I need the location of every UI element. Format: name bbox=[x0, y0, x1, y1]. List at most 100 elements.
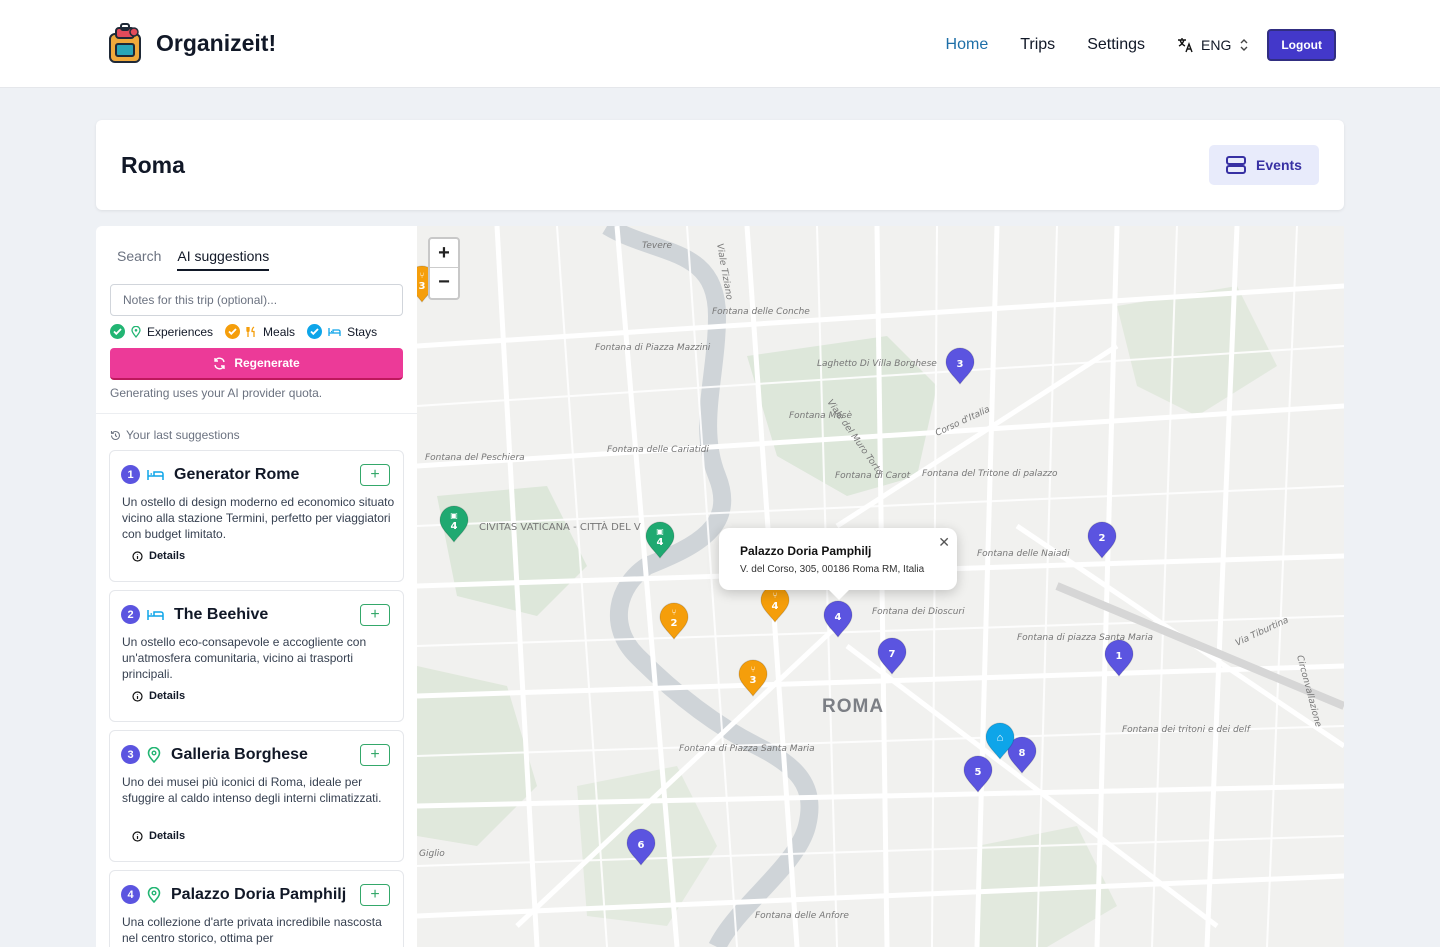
trip-notes-input[interactable] bbox=[110, 284, 403, 316]
map-label: Fontana dei Dioscuri bbox=[872, 607, 965, 617]
map-pin-icon bbox=[131, 325, 141, 338]
map-pin-icon bbox=[147, 886, 161, 903]
close-icon[interactable]: ✕ bbox=[938, 534, 950, 551]
zoom-in-button[interactable]: + bbox=[430, 239, 458, 268]
map-label: Fontana dei tritoni e dei delf bbox=[1122, 725, 1252, 735]
map-pin-number: 7 bbox=[889, 649, 896, 660]
nav-home[interactable]: Home bbox=[946, 36, 989, 54]
tab-ai-suggestions[interactable]: AI suggestions bbox=[177, 248, 270, 271]
filter-experiences[interactable]: Experiences bbox=[110, 324, 213, 339]
language-selector[interactable]: ENG bbox=[1177, 37, 1249, 53]
add-suggestion-button[interactable]: + bbox=[360, 744, 390, 766]
nav-trips[interactable]: Trips bbox=[1020, 36, 1055, 54]
card-header: 2 The Beehive bbox=[121, 605, 268, 624]
filter-stays-label: Stays bbox=[347, 324, 378, 339]
filter-meals[interactable]: Meals bbox=[225, 324, 295, 339]
suggestion-card[interactable]: 3 Galleria Borghese + Uno dei musei più … bbox=[109, 730, 404, 862]
suggestion-number: 1 bbox=[121, 465, 140, 484]
suggestion-description: Una collezione d'arte privata incredibil… bbox=[122, 915, 382, 945]
utensils-icon: ⑂ bbox=[751, 665, 756, 674]
info-icon bbox=[132, 690, 143, 702]
filter-experiences-label: Experiences bbox=[147, 324, 214, 339]
events-button[interactable]: Events bbox=[1209, 145, 1319, 185]
nav-settings[interactable]: Settings bbox=[1087, 36, 1145, 54]
details-label: Details bbox=[149, 690, 186, 702]
bed-icon: ⌂ bbox=[997, 732, 1004, 744]
regenerate-label: Regenerate bbox=[234, 356, 300, 370]
map-pin-meal[interactable]: ⑂2 bbox=[659, 602, 689, 640]
brand-title: Organizeit! bbox=[156, 29, 277, 56]
suggestion-card[interactable]: 1 Generator Rome + Un ostello di design … bbox=[109, 450, 404, 582]
place-popup: Palazzo Doria Pamphilj V. del Corso, 305… bbox=[719, 528, 957, 600]
map-pin-experience[interactable]: 5 bbox=[963, 755, 993, 793]
logout-button[interactable]: Logout bbox=[1267, 29, 1336, 61]
history-icon bbox=[110, 430, 121, 440]
map-pin-icon bbox=[147, 746, 161, 763]
sidebar-tabs: Search AI suggestions bbox=[117, 248, 270, 271]
suggestion-number: 3 bbox=[121, 745, 140, 764]
server-stack-icon bbox=[1226, 156, 1247, 174]
map-label: Laghetto Di Villa Borghese bbox=[817, 359, 937, 369]
details-button[interactable]: Details bbox=[132, 690, 185, 702]
map-pin-number: 2 bbox=[671, 618, 678, 629]
utensils-icon: ⑂ bbox=[773, 591, 778, 600]
map-pin-number: 4 bbox=[451, 521, 458, 532]
add-suggestion-button[interactable]: + bbox=[360, 464, 390, 486]
map-view[interactable]: Tevere Viale Tiziano Fontana delle Conche F… bbox=[417, 226, 1344, 947]
map-pin-meal[interactable]: ⑂3 bbox=[738, 659, 768, 697]
map-pin-number: 4 bbox=[657, 537, 664, 548]
utensils-icon bbox=[246, 325, 255, 337]
map-pin-number: 3 bbox=[750, 675, 757, 686]
details-label: Details bbox=[149, 550, 186, 562]
checkmark-icon[interactable] bbox=[307, 324, 323, 339]
quota-note: Generating uses your AI provider quota. bbox=[110, 386, 323, 400]
zoom-control: + − bbox=[428, 237, 460, 300]
filter-stays[interactable]: Stays bbox=[307, 324, 377, 339]
page-title: Roma bbox=[121, 152, 185, 178]
add-suggestion-button[interactable]: + bbox=[360, 604, 390, 626]
map-label: CIVITAS VATICANA - CITTÀ DEL V bbox=[479, 520, 641, 533]
map-pin-number: 6 bbox=[638, 840, 645, 851]
tab-search[interactable]: Search bbox=[117, 248, 161, 271]
map-pin-number: 2 bbox=[1099, 533, 1106, 544]
map-pin-number: 3 bbox=[419, 281, 426, 292]
map-label: Tevere bbox=[642, 241, 672, 251]
map-label: Giglio bbox=[419, 849, 445, 859]
map-pin-number: 4 bbox=[835, 612, 842, 623]
map-label: Via Tiburtina bbox=[1234, 615, 1290, 648]
ticket-icon: ▣ bbox=[656, 527, 664, 536]
add-suggestion-button[interactable]: + bbox=[360, 884, 390, 906]
map-label: Fontana di Piazza Santa Maria bbox=[679, 744, 815, 754]
map-label: Fontana di Piazza Mazzini bbox=[595, 343, 711, 353]
map-pin-experience[interactable]: 2 bbox=[1087, 521, 1117, 559]
checkmark-icon[interactable] bbox=[110, 324, 125, 339]
details-button[interactable]: Details bbox=[132, 550, 185, 562]
map-pin-experience[interactable]: 3 bbox=[945, 347, 975, 385]
suggestion-title: Palazzo Doria Pamphilj bbox=[171, 885, 347, 903]
map-label: Fontana di Carot bbox=[835, 471, 911, 481]
ticket-icon: ▣ bbox=[450, 511, 458, 520]
suggestion-card[interactable]: 2 The Beehive + Un ostello eco-consapevo… bbox=[109, 590, 404, 722]
details-button[interactable]: Details bbox=[132, 830, 185, 842]
map-pin-meal[interactable]: ⑂4 bbox=[760, 585, 790, 623]
suggestion-description: Un ostello eco-consapevole e accogliente… bbox=[122, 635, 367, 681]
details-label: Details bbox=[149, 830, 186, 842]
suggestion-title: Generator Rome bbox=[174, 465, 300, 483]
zoom-out-button[interactable]: − bbox=[430, 268, 458, 297]
language-value: ENG bbox=[1201, 37, 1232, 53]
suggestion-number: 2 bbox=[121, 605, 140, 624]
updown-chevron-icon bbox=[1240, 39, 1248, 51]
checkmark-icon[interactable] bbox=[225, 324, 241, 339]
popup-address: V. del Corso, 305, 00186 Roma RM, Italia bbox=[740, 564, 925, 575]
bed-icon bbox=[147, 609, 164, 620]
trip-header-card: Roma Events bbox=[96, 120, 1344, 210]
refresh-icon bbox=[214, 357, 226, 369]
regenerate-button[interactable]: Regenerate bbox=[110, 348, 403, 380]
map-label: Fontana di piazza Santa Maria bbox=[1017, 633, 1153, 643]
card-header: 3 Galleria Borghese bbox=[121, 745, 308, 764]
suggestion-card[interactable]: 4 Palazzo Doria Pamphilj + Una collezion… bbox=[109, 870, 404, 947]
brand[interactable]: Organizeit! bbox=[104, 22, 276, 64]
map-pin-number: 3 bbox=[957, 359, 964, 370]
top-navbar: Organizeit! Home Trips Settings ENG Logo… bbox=[0, 0, 1440, 88]
card-header: 1 Generator Rome bbox=[121, 465, 299, 484]
